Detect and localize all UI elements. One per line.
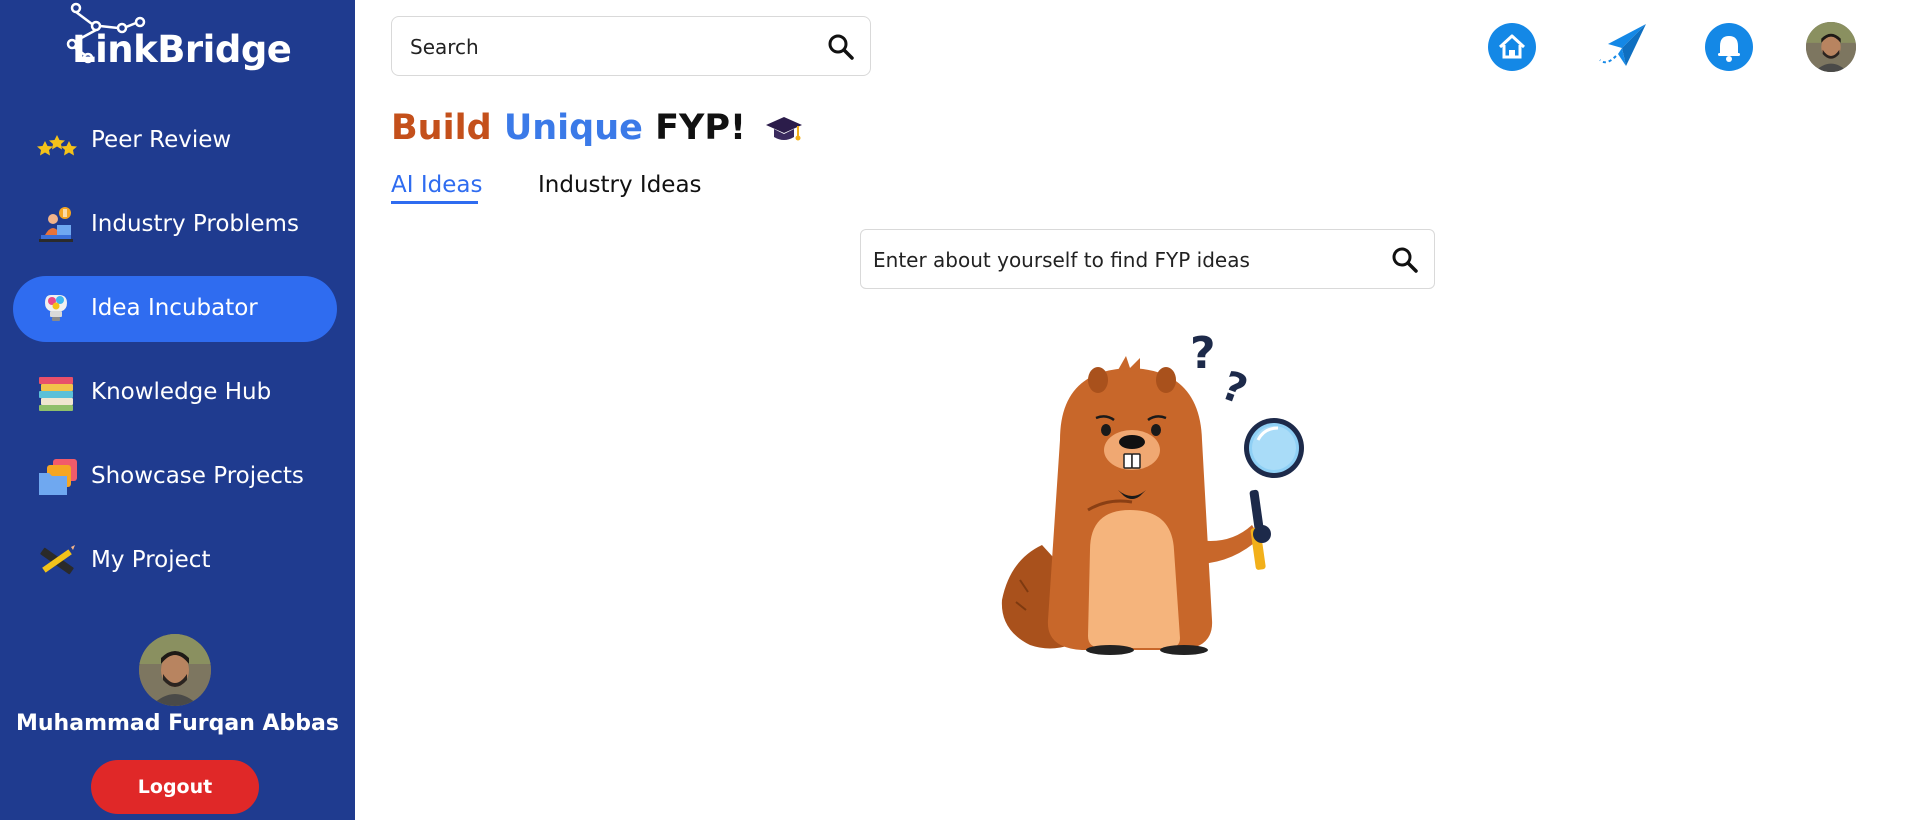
sidebar-item-idea-incubator[interactable]: Idea Incubator bbox=[13, 276, 337, 342]
svg-text:?: ? bbox=[1216, 363, 1254, 414]
user-photo bbox=[1806, 22, 1856, 72]
books-icon bbox=[39, 377, 73, 411]
user-name: Muhammad Furqan Abbas bbox=[16, 711, 339, 736]
logout-button[interactable]: Logout bbox=[91, 760, 259, 814]
sidebar-item-peer-review[interactable]: Peer Review bbox=[13, 108, 337, 174]
active-tab-underline bbox=[391, 201, 478, 204]
pencil-ruler-icon bbox=[40, 545, 75, 575]
home-icon[interactable] bbox=[1487, 22, 1537, 72]
user-photo bbox=[139, 634, 211, 706]
logo[interactable]: LinkBridge bbox=[62, 2, 302, 80]
svg-text:?: ? bbox=[1190, 330, 1216, 379]
idea-search-input[interactable] bbox=[873, 246, 1373, 274]
page-title: Build Unique FYP! bbox=[391, 108, 804, 148]
sidebar-item-knowledge-hub[interactable]: Knowledge Hub bbox=[13, 360, 337, 426]
idea-search bbox=[860, 229, 1435, 289]
title-build: Build bbox=[391, 108, 492, 148]
sidebar-item-label: Knowledge Hub bbox=[91, 379, 272, 405]
paper-plane-icon[interactable] bbox=[1596, 22, 1648, 72]
sidebar-item-label: Idea Incubator bbox=[91, 295, 258, 321]
sidebar-item-industry-problems[interactable]: Industry Problems bbox=[13, 192, 337, 258]
folders-icon bbox=[39, 459, 77, 495]
stars-icon bbox=[37, 135, 77, 156]
search-icon[interactable] bbox=[1390, 245, 1420, 275]
sidebar: LinkBridge Peer Review Industry Problems bbox=[0, 0, 355, 820]
sidebar-item-showcase-projects[interactable]: Showcase Projects bbox=[13, 444, 337, 510]
title-fyp: FYP! bbox=[655, 108, 746, 148]
sidebar-item-label: My Project bbox=[91, 547, 211, 573]
sidebar-item-label: Peer Review bbox=[91, 127, 232, 153]
avatar[interactable] bbox=[139, 634, 211, 706]
bell-icon[interactable] bbox=[1704, 22, 1754, 72]
sidebar-item-my-project[interactable]: My Project bbox=[13, 528, 337, 594]
beaver-magnifier-illustration: ? ? bbox=[1001, 330, 1304, 655]
global-search bbox=[391, 16, 871, 76]
title-unique: Unique bbox=[503, 108, 643, 148]
worker-desk-icon bbox=[39, 207, 73, 242]
sidebar-item-label: Showcase Projects bbox=[91, 463, 304, 489]
lightbulb-icon bbox=[45, 295, 67, 321]
tab-industry-ideas[interactable]: Industry Ideas bbox=[538, 172, 702, 198]
graduation-cap-icon bbox=[766, 117, 803, 141]
profile-avatar[interactable] bbox=[1806, 22, 1856, 72]
search-input[interactable] bbox=[410, 33, 810, 61]
sidebar-item-label: Industry Problems bbox=[91, 211, 299, 237]
logo-text: LinkBridge bbox=[72, 28, 292, 71]
search-icon[interactable] bbox=[826, 32, 856, 62]
tab-ai-ideas[interactable]: AI Ideas bbox=[391, 172, 482, 198]
